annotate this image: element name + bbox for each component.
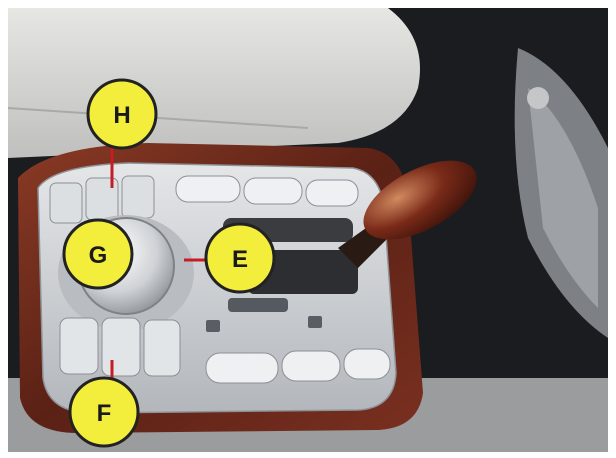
door-button [527,87,549,109]
console-illustration: H G E F [8,8,608,452]
callout-g-label: G [89,242,108,269]
callout-f-label: F [97,400,112,427]
top-left-buttons [49,175,155,224]
lower-left-buttons [59,317,181,377]
callout-h: H [86,78,158,150]
gate-lower [228,298,288,312]
callout-f: F [68,376,140,448]
bottom-button-row [205,348,391,384]
console-photo: H G E F [8,8,608,452]
callout-e-label: E [232,246,248,273]
figure-frame: H G E F [0,0,616,458]
small-switch-left [206,320,220,332]
small-switch-right [308,316,322,328]
callout-h-label: H [113,102,130,129]
seat-cushion [8,8,420,158]
callout-g: G [62,218,134,290]
top-button-row [175,175,359,207]
callout-e: E [204,222,276,294]
